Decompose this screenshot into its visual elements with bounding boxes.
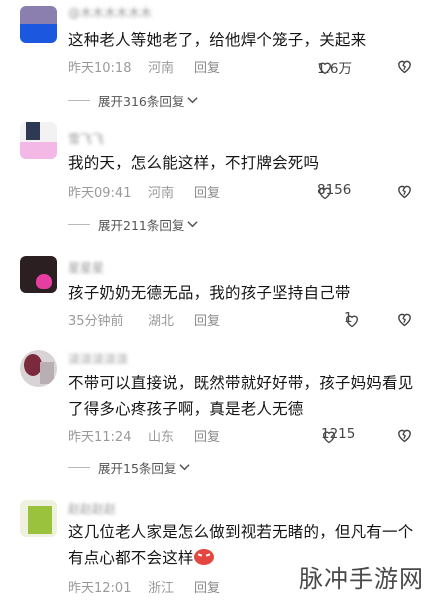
like-count: 8156 xyxy=(317,182,352,198)
broken-heart-icon xyxy=(398,429,411,443)
expand-replies-label: 展开211条回复 xyxy=(98,217,185,233)
like-count: 1215 xyxy=(321,426,356,442)
expand-replies-button[interactable]: 展开211条回复 xyxy=(68,215,198,233)
comment-text: 我的天，怎么能这样，不打牌会死吗 xyxy=(68,154,320,172)
comment-time: 昨天10:18 xyxy=(68,61,132,76)
reply-button[interactable]: 回复 xyxy=(194,57,220,76)
username[interactable]: 淡淡淡淡淡 xyxy=(68,350,128,367)
comment-meta: 昨天11:24 山东 回复 1215 xyxy=(68,426,418,446)
dislike-button[interactable] xyxy=(396,311,413,331)
comment-location: 山东 xyxy=(148,430,175,445)
comment-meta: 昨天10:18 河南 回复 1.6万 xyxy=(68,57,418,77)
username[interactable]: 雪飞飞 xyxy=(68,130,104,147)
like-button[interactable]: 8156 xyxy=(317,182,351,202)
like-count: 1 xyxy=(344,310,353,326)
like-count: 1.6万 xyxy=(317,61,352,77)
comment-location: 河南 xyxy=(148,61,175,76)
expand-replies-button[interactable]: 展开316条回复 xyxy=(68,91,198,109)
username[interactable]: 星星星 xyxy=(68,259,104,276)
comment-time: 35分钟前 xyxy=(68,314,124,329)
reply-button[interactable]: 回复 xyxy=(194,577,220,596)
broken-heart-icon xyxy=(398,185,411,199)
reply-button[interactable]: 回复 xyxy=(194,426,220,445)
chevron-down-icon xyxy=(187,221,198,228)
angry-face-emoji-icon xyxy=(193,549,214,565)
like-button[interactable]: 1.6万 xyxy=(317,57,352,77)
comment-meta: 昨天09:41 河南 回复 8156 xyxy=(68,182,418,202)
comment-text: 这种老人等她老了，给他焊个笼子，关起来 xyxy=(68,31,367,49)
avatar[interactable] xyxy=(20,256,57,293)
like-button[interactable]: 1 xyxy=(344,310,360,330)
chevron-down-icon xyxy=(179,464,191,471)
avatar[interactable] xyxy=(20,6,57,43)
expand-replies-label: 展开316条回复 xyxy=(98,93,185,109)
comment-text: 孩子奶奶无德无品，我的孩子坚持自己带 xyxy=(68,284,351,302)
divider-line xyxy=(68,99,90,101)
comment-location: 浙江 xyxy=(148,581,175,596)
comment-text: 不带可以直接说，既然带就好好带，孩子妈妈看见了得多心疼孩子啊，真是老人无德 xyxy=(68,374,414,418)
expand-replies-button[interactable]: 展开15条回复 xyxy=(68,458,191,476)
dislike-button[interactable] xyxy=(396,58,413,78)
broken-heart-icon xyxy=(398,60,411,74)
comment-location: 河南 xyxy=(148,186,175,201)
reply-button[interactable]: 回复 xyxy=(194,182,220,201)
comment-time: 昨天11:24 xyxy=(68,430,132,445)
broken-heart-icon xyxy=(398,313,411,327)
avatar[interactable] xyxy=(20,122,57,159)
divider-line xyxy=(68,466,90,468)
like-button[interactable]: 1215 xyxy=(321,426,355,446)
dislike-button[interactable] xyxy=(396,427,413,447)
comment-location: 湖北 xyxy=(148,314,175,329)
avatar[interactable] xyxy=(20,500,57,537)
comment-meta: 35分钟前 湖北 回复 1 xyxy=(68,310,418,330)
username[interactable]: 赵赵赵赵 xyxy=(68,500,116,517)
username[interactable]: @木木木木木木 xyxy=(68,4,152,21)
comment-time: 昨天12:01 xyxy=(68,581,132,596)
reply-button[interactable]: 回复 xyxy=(194,310,220,329)
chevron-down-icon xyxy=(187,97,198,104)
divider-line xyxy=(68,223,90,225)
avatar[interactable] xyxy=(20,350,57,387)
comment-time: 昨天09:41 xyxy=(68,186,132,201)
expand-replies-label: 展开15条回复 xyxy=(98,460,177,476)
dislike-button[interactable] xyxy=(396,183,413,203)
watermark: 脉冲手游网 xyxy=(299,565,424,593)
